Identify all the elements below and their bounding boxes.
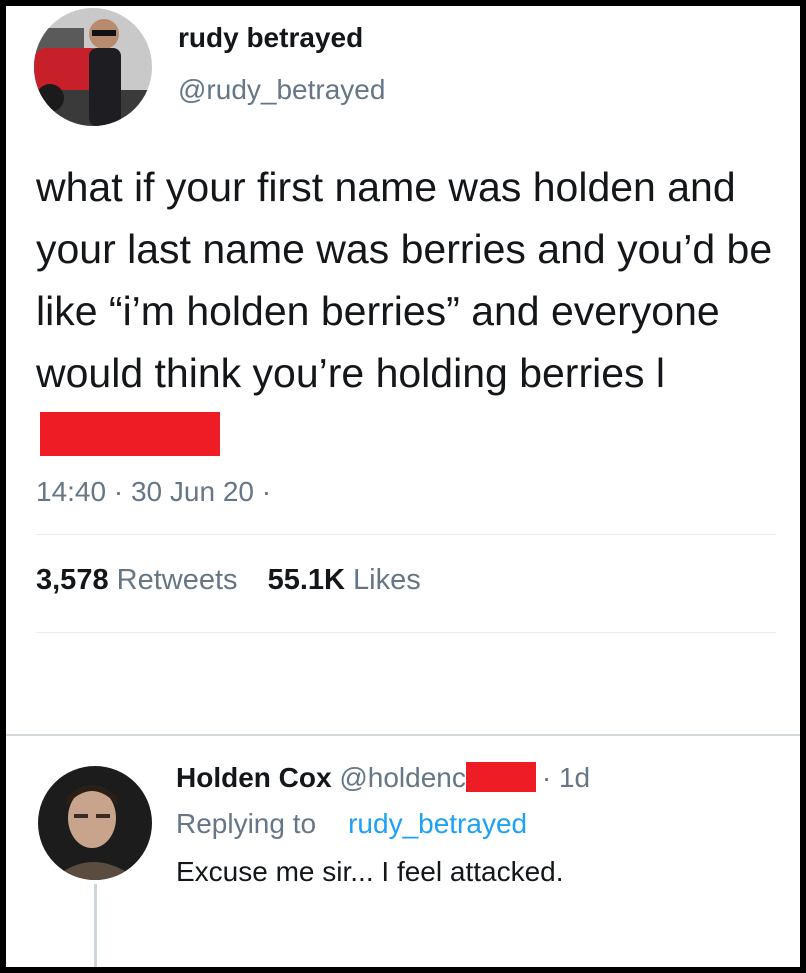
likes-label: Likes <box>353 564 421 596</box>
reply-age: · 1d <box>541 762 591 793</box>
tweet-date: 30 Jun 20 <box>130 476 254 507</box>
meta-separator: · <box>106 476 131 507</box>
replying-label: Replying to <box>176 808 317 839</box>
reply-author-avatar[interactable] <box>38 766 152 880</box>
reply-handle-redaction <box>465 761 536 792</box>
screenshot-frame: rudy betrayed @rudy_betrayed what if you… <box>6 6 800 967</box>
tweet-stats: 3,578 Retweets 55.1K Likes <box>36 564 443 597</box>
retweets-stat[interactable]: 3,578 Retweets <box>36 564 238 596</box>
section-divider <box>6 734 800 736</box>
redaction-box <box>40 412 220 457</box>
tweet-body: what if your first name was holden and y… <box>36 164 773 396</box>
divider <box>36 632 776 633</box>
replying-to: Replying to rudy_betrayed <box>176 808 527 840</box>
reply-handle[interactable]: @holdenc <box>339 762 466 793</box>
reply-text: Excuse me sir... I feel attacked. <box>176 856 564 887</box>
author-avatar-image <box>34 8 152 126</box>
reply-header: Holden Cox @holdenc · 1d <box>176 761 591 795</box>
likes-stat[interactable]: 55.1K Likes <box>268 564 421 596</box>
tweet-timestamp[interactable]: 14:40 · 30 Jun 20 · <box>36 476 271 508</box>
retweets-count: 3,578 <box>36 564 109 596</box>
reply-avatar-image <box>38 766 152 880</box>
likes-count: 55.1K <box>267 564 345 596</box>
author-display-name[interactable]: rudy betrayed <box>178 22 363 54</box>
retweets-label: Retweets <box>116 564 238 596</box>
reply-display-name[interactable]: Holden Cox <box>176 762 332 793</box>
author-avatar[interactable] <box>34 8 152 126</box>
thread-connector <box>94 884 97 967</box>
tweet-text: what if your first name was holden and y… <box>36 156 786 466</box>
divider <box>36 534 776 535</box>
replying-handle-link[interactable]: rudy_betrayed <box>348 808 527 839</box>
tweet-time: 14:40 <box>36 476 107 507</box>
meta-separator-trailing: · <box>253 476 272 507</box>
author-handle[interactable]: @rudy_betrayed <box>178 74 385 106</box>
